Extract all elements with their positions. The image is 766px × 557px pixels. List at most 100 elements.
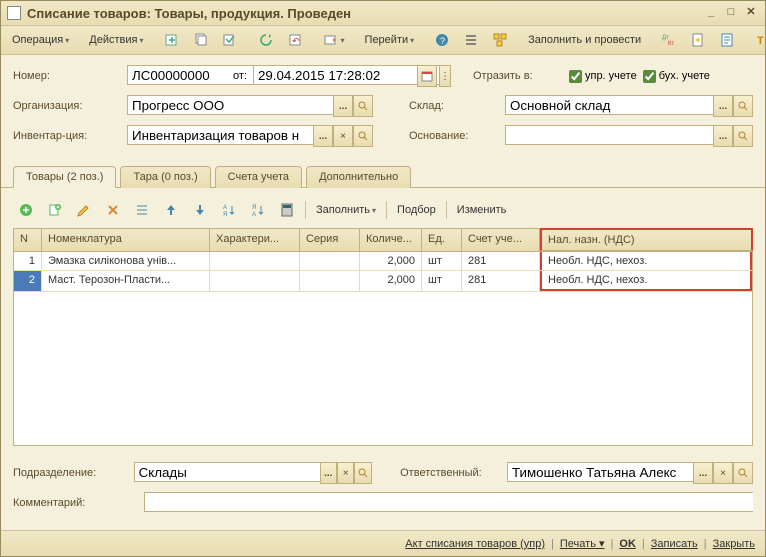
table-row[interactable]: 1 Эмазка силіконова унів... 2,000 шт 281…: [14, 252, 752, 271]
dept-input[interactable]: [134, 462, 320, 482]
grid-toolbar: AЯ ЯA Заполнить▾ Подбор Изменить: [13, 196, 753, 224]
col-unit[interactable]: Ед.: [422, 229, 462, 251]
invent-select-button[interactable]: ...: [313, 125, 333, 147]
post-icon[interactable]: [217, 29, 243, 51]
svg-text:?: ?: [440, 36, 445, 46]
svg-text:A: A: [252, 212, 256, 218]
help-icon[interactable]: ?: [429, 29, 455, 51]
transpose-icon[interactable]: T: [750, 29, 766, 51]
resp-input[interactable]: [507, 462, 693, 482]
act-link[interactable]: Акт списания товаров (упр): [405, 538, 545, 550]
col-account[interactable]: Счет уче...: [462, 229, 540, 251]
copy-icon[interactable]: [188, 29, 214, 51]
upr-checkbox[interactable]: упр. учете: [569, 70, 637, 83]
maximize-button[interactable]: □: [723, 5, 739, 21]
invent-label: Инвентар-ция:: [13, 130, 121, 142]
table-row[interactable]: 2 Маст. Терозон-Пласти... 2,000 шт 281 Н…: [14, 271, 752, 292]
org-input[interactable]: [127, 95, 333, 115]
col-nomenclature[interactable]: Номенклатура: [42, 229, 210, 251]
print-menu[interactable]: Печать ▾: [560, 537, 605, 550]
titlebar: Списание товаров: Товары, продукция. Про…: [1, 1, 765, 26]
svg-text:Кт: Кт: [668, 41, 674, 47]
col-n[interactable]: N: [14, 229, 42, 251]
tab-content: AЯ ЯA Заполнить▾ Подбор Изменить N Номен…: [1, 188, 765, 454]
col-quantity[interactable]: Количе...: [360, 229, 422, 251]
attach-icon[interactable]: [685, 29, 711, 51]
list-icon[interactable]: [458, 29, 484, 51]
resp-clear-button[interactable]: ×: [713, 462, 733, 484]
col-characteristic[interactable]: Характери...: [210, 229, 300, 251]
reason-select-button[interactable]: ...: [713, 125, 733, 147]
buh-checkbox[interactable]: бух. учете: [643, 70, 710, 83]
svg-text:↶: ↶: [292, 36, 300, 46]
export-icon[interactable]: ▾: [318, 29, 350, 51]
grid-change-button[interactable]: Изменить: [452, 201, 512, 219]
sklad-open-button[interactable]: [733, 95, 753, 117]
window-title: Списание товаров: Товары, продукция. Про…: [27, 6, 699, 21]
comment-input[interactable]: [144, 492, 753, 512]
tab-goods[interactable]: Товары (2 поз.): [13, 166, 116, 188]
tabs: Товары (2 поз.) Тара (0 поз.) Счета учет…: [1, 165, 765, 188]
dept-open-button[interactable]: [354, 462, 371, 484]
dept-clear-button[interactable]: ×: [337, 462, 354, 484]
resp-open-button[interactable]: [733, 462, 753, 484]
reason-input[interactable]: [505, 125, 713, 145]
row-settings-icon[interactable]: [129, 199, 155, 221]
sklad-input[interactable]: [505, 95, 713, 115]
date-spinner[interactable]: [439, 65, 451, 87]
header-form: Номер: от: Отразить в: упр. учете бух. у…: [1, 55, 765, 165]
ok-button[interactable]: OK: [619, 538, 636, 550]
row-down-icon[interactable]: [187, 199, 213, 221]
close-button[interactable]: Закрыть: [713, 538, 755, 550]
reason-open-button[interactable]: [733, 125, 753, 147]
invent-input[interactable]: [127, 125, 313, 145]
dept-select-button[interactable]: ...: [320, 462, 337, 484]
tab-accounts[interactable]: Счета учета: [215, 166, 302, 188]
row-delete-icon[interactable]: [100, 199, 126, 221]
row-edit-icon[interactable]: [71, 199, 97, 221]
refresh-icon[interactable]: [253, 29, 279, 51]
reason-label: Основание:: [409, 130, 499, 142]
sort-desc-icon[interactable]: ЯA: [245, 199, 271, 221]
minimize-button[interactable]: _: [703, 5, 719, 21]
save-button[interactable]: Записать: [651, 538, 698, 550]
sort-asc-icon[interactable]: AЯ: [216, 199, 242, 221]
tab-tara[interactable]: Тара (0 поз.): [120, 166, 210, 188]
grid-fill-menu[interactable]: Заполнить▾: [311, 201, 381, 219]
goto-menu[interactable]: Перейти▾: [360, 31, 420, 49]
svg-text:T: T: [757, 35, 764, 47]
row-copy-icon[interactable]: [42, 199, 68, 221]
invent-open-button[interactable]: [353, 125, 373, 147]
dept-label: Подразделение:: [13, 467, 128, 479]
calendar-button[interactable]: [417, 65, 437, 87]
close-window-button[interactable]: ✕: [743, 5, 759, 21]
report-icon[interactable]: [714, 29, 740, 51]
row-add-icon[interactable]: [13, 199, 39, 221]
operation-menu[interactable]: Операция▾: [7, 31, 74, 49]
grid-header: N Номенклатура Характери... Серия Количе…: [14, 229, 752, 252]
statusbar: Акт списания товаров (упр) | Печать ▾ | …: [1, 530, 765, 556]
comment-label: Комментарий:: [13, 497, 138, 509]
date-input[interactable]: [253, 65, 439, 85]
grid-select-button[interactable]: Подбор: [392, 201, 441, 219]
fill-post-button[interactable]: Заполнить и провести: [523, 31, 646, 49]
resp-select-button[interactable]: ...: [693, 462, 713, 484]
calc-icon[interactable]: [274, 199, 300, 221]
row-up-icon[interactable]: [158, 199, 184, 221]
dtdt-icon[interactable]: ДтКт: [656, 29, 682, 51]
actions-menu[interactable]: Действия▾: [84, 31, 148, 49]
tab-extra[interactable]: Дополнительно: [306, 166, 411, 188]
org-open-button[interactable]: [353, 95, 373, 117]
col-vat[interactable]: Нал. назн. (НДС): [540, 228, 753, 251]
col-series[interactable]: Серия: [300, 229, 360, 251]
org-select-button[interactable]: ...: [333, 95, 353, 117]
add-icon[interactable]: [159, 29, 185, 51]
sklad-select-button[interactable]: ...: [713, 95, 733, 117]
undo-icon[interactable]: ↶: [282, 29, 308, 51]
structure-icon[interactable]: [487, 29, 513, 51]
invent-clear-button[interactable]: ×: [333, 125, 353, 147]
svg-text:Я: Я: [223, 212, 227, 218]
resp-label: Ответственный:: [400, 467, 501, 479]
document-icon: [7, 6, 21, 20]
svg-text:A: A: [223, 205, 227, 211]
